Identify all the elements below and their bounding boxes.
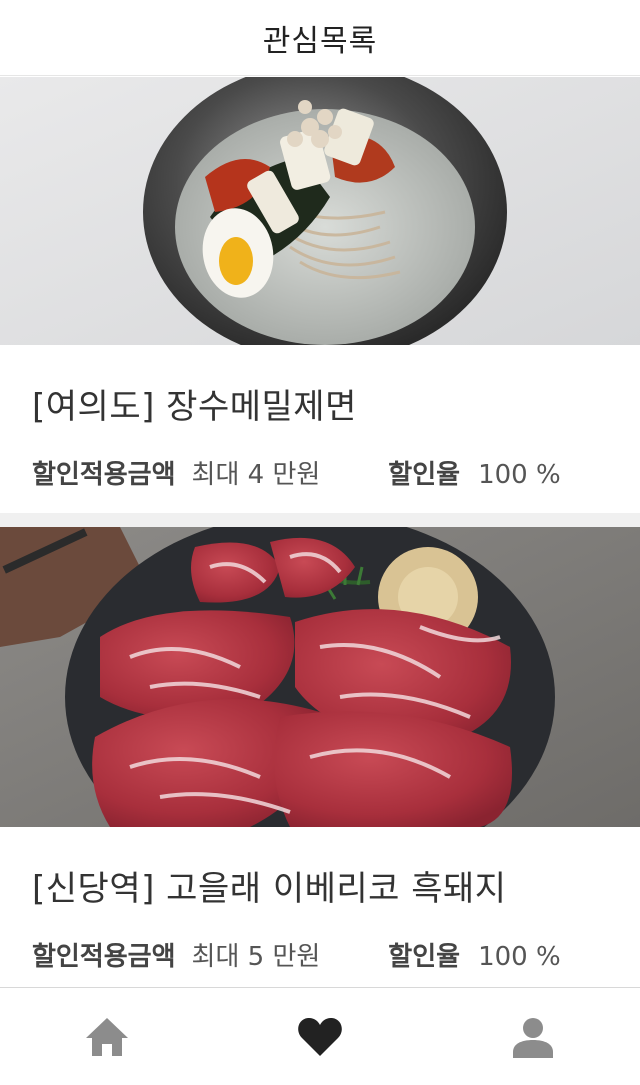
discount-rate-value: 100 % [478, 942, 561, 972]
wishlist-feed[interactable]: [여의도] 장수메밀제면 할인적용금액 최대 4 만원 할인율 100 % [신… [0, 77, 640, 987]
food-image[interactable] [0, 527, 640, 827]
tab-home[interactable] [47, 997, 167, 1077]
discount-rate-value: 100 % [478, 460, 561, 490]
heart-icon [298, 1017, 342, 1056]
list-item[interactable]: [여의도] 장수메밀제면 할인적용금액 최대 4 만원 할인율 100 % [0, 77, 640, 513]
home-icon [85, 1017, 128, 1056]
page-title: 관심목록 [262, 23, 378, 59]
discount-amount-label: 할인적용금액 [32, 460, 176, 490]
discount-amount-value: 최대 5 만원 [191, 942, 321, 972]
store-title[interactable]: [여의도] 장수메밀제면 [32, 379, 608, 428]
bottom-tab-bar [0, 987, 640, 1085]
top-bar: 관심목록 [0, 0, 640, 76]
tab-profile[interactable] [473, 997, 593, 1077]
list-item[interactable]: [신당역] 고을래 이베리코 흑돼지 할인적용금액 최대 5 만원 할인율 10… [0, 513, 640, 987]
tab-favorites[interactable] [260, 997, 380, 1077]
discount-rate-label: 할인율 [388, 942, 461, 972]
discount-amount-value: 최대 4 만원 [191, 460, 321, 490]
discount-rate-label: 할인율 [388, 460, 461, 490]
person-icon [513, 1017, 554, 1058]
discount-amount-label: 할인적용금액 [32, 942, 176, 972]
store-title[interactable]: [신당역] 고을래 이베리코 흑돼지 [32, 861, 608, 910]
food-image[interactable] [0, 77, 640, 345]
